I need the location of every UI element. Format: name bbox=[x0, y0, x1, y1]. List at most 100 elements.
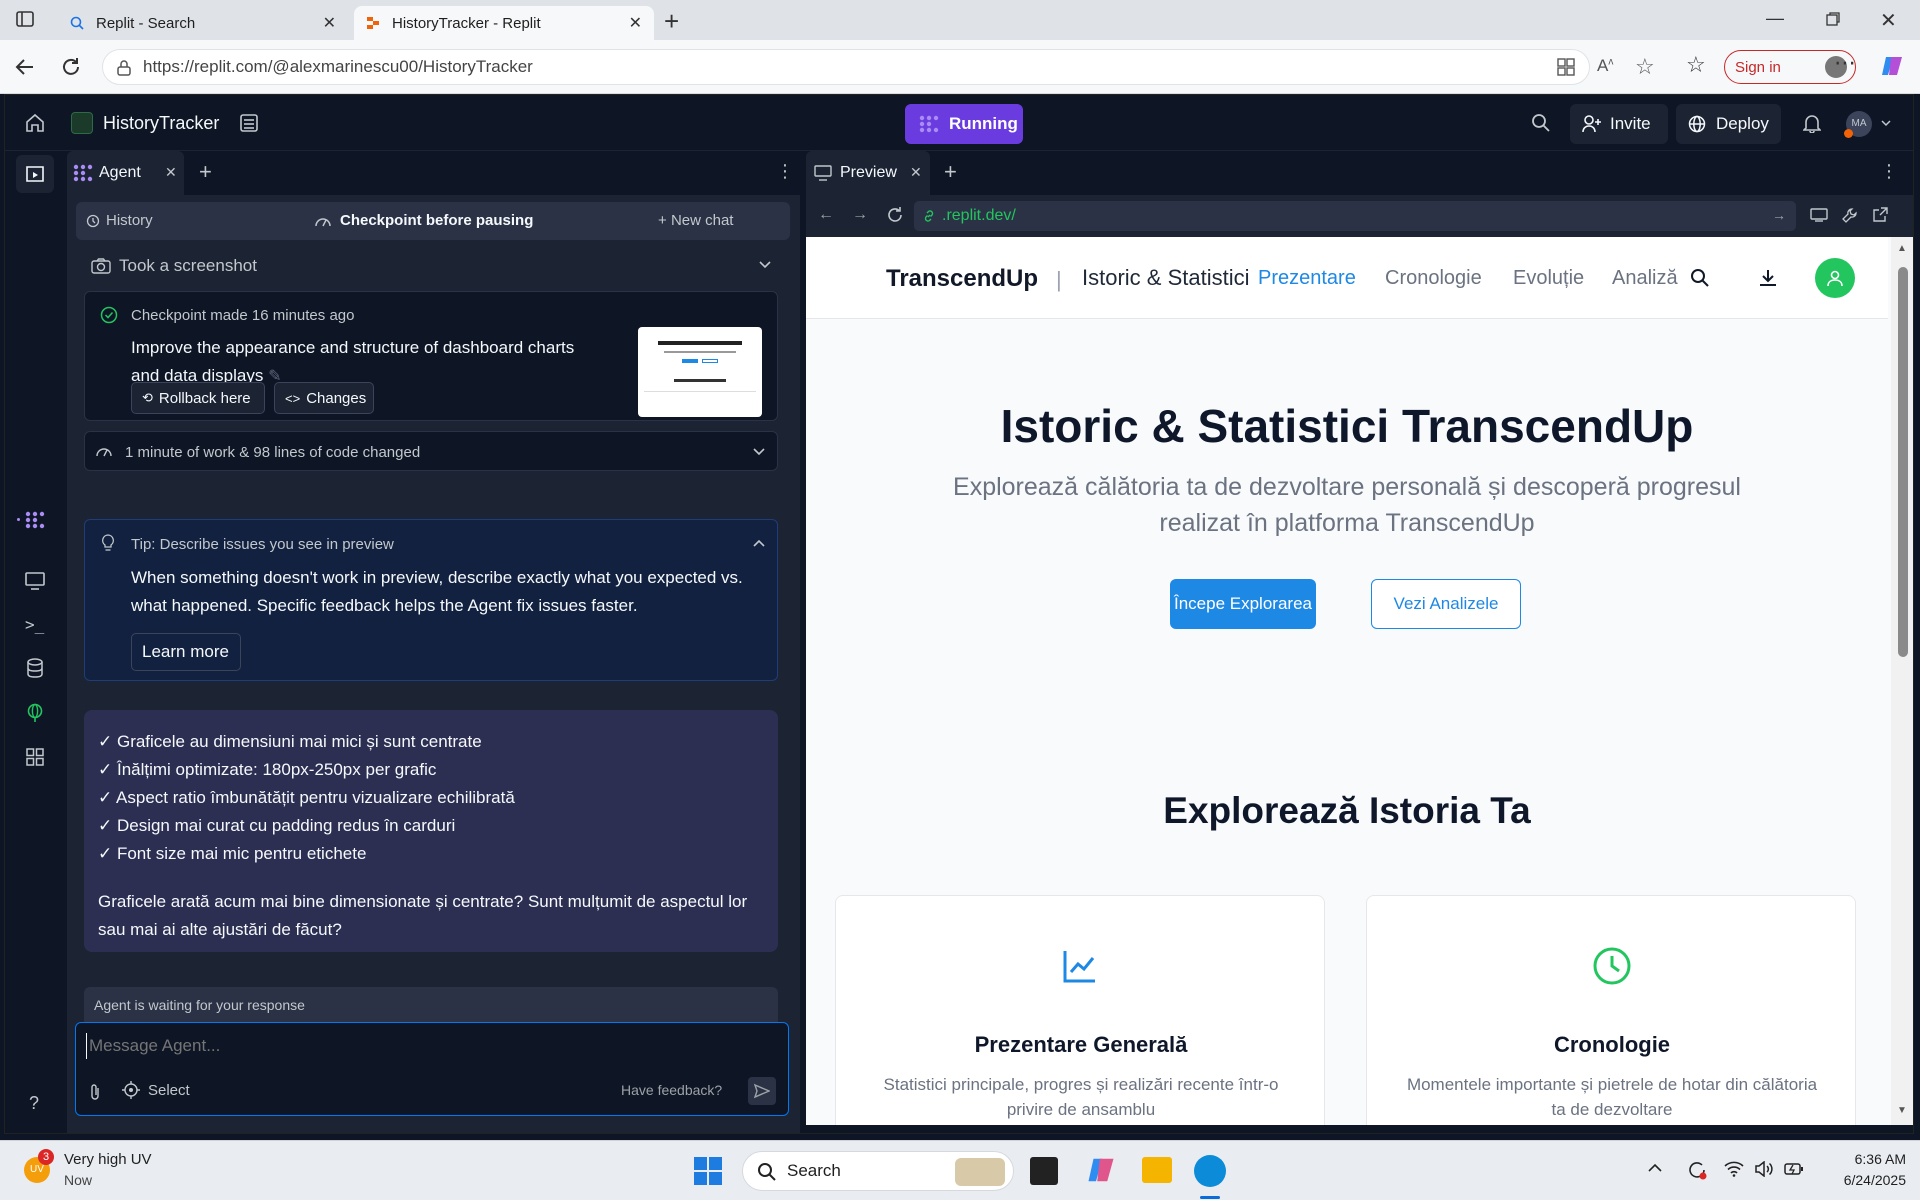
wifi-icon[interactable] bbox=[1724, 1161, 1744, 1177]
feedback-link[interactable]: Have feedback? bbox=[621, 1082, 722, 1098]
forward-icon[interactable]: → bbox=[852, 206, 868, 224]
view-analytics-button[interactable]: Vezi Analizele bbox=[1371, 579, 1521, 629]
close-icon[interactable]: ✕ bbox=[910, 164, 922, 181]
go-arrow-icon[interactable]: → bbox=[1772, 207, 1786, 223]
start-exploring-button[interactable]: Începe Explorarea bbox=[1170, 579, 1316, 629]
close-icon[interactable]: ✕ bbox=[629, 13, 642, 33]
windows-start-icon[interactable] bbox=[693, 1156, 723, 1186]
browser-tab-search[interactable]: Replit - Search ✕ bbox=[58, 6, 348, 40]
back-icon[interactable] bbox=[14, 56, 36, 78]
chevron-up-icon[interactable] bbox=[753, 539, 765, 547]
copilot-icon[interactable] bbox=[1880, 54, 1904, 78]
nav-link-cronologie[interactable]: Cronologie bbox=[1385, 267, 1482, 290]
scroll-thumb[interactable] bbox=[1898, 267, 1908, 657]
search-icon[interactable] bbox=[1690, 268, 1710, 288]
nav-link-prezentare[interactable]: Prezentare bbox=[1258, 267, 1356, 290]
preview-scrollbar[interactable]: ▲ ▼ bbox=[1891, 237, 1913, 1125]
chevron-down-icon[interactable] bbox=[1881, 119, 1891, 127]
device-icon[interactable] bbox=[1810, 208, 1828, 222]
devtools-icon[interactable] bbox=[1842, 207, 1858, 223]
agent-tool-icon[interactable] bbox=[25, 511, 45, 529]
pane-menu-icon[interactable]: ⋮ bbox=[1880, 161, 1898, 182]
favorites-icon[interactable]: ☆ bbox=[1686, 52, 1706, 78]
learn-more-button[interactable]: Learn more bbox=[131, 633, 241, 671]
clock-time[interactable]: 6:36 AM bbox=[1836, 1151, 1906, 1167]
tab-preview[interactable]: Preview ✕ bbox=[806, 151, 930, 195]
invite-button[interactable]: Invite bbox=[1570, 104, 1668, 144]
taskbar-search[interactable]: Search bbox=[742, 1151, 1014, 1191]
tool-rail: >_ ? bbox=[5, 151, 67, 1133]
work-summary-row[interactable]: 1 minute of work & 98 lines of code chan… bbox=[84, 431, 778, 471]
browser-tab-replit[interactable]: HistoryTracker - Replit ✕ bbox=[354, 6, 654, 40]
download-icon[interactable] bbox=[1758, 268, 1778, 288]
reload-icon[interactable] bbox=[886, 206, 904, 224]
feature-card-timeline[interactable]: Cronologie Momentele importante și pietr… bbox=[1366, 895, 1856, 1125]
add-tab-icon[interactable]: + bbox=[199, 159, 212, 185]
edge-browser-icon[interactable] bbox=[1194, 1155, 1226, 1187]
feature-card-overview[interactable]: Prezentare Generală Statistici principal… bbox=[835, 895, 1325, 1125]
user-profile-button[interactable] bbox=[1815, 258, 1855, 298]
add-user-icon bbox=[1582, 115, 1602, 133]
pane-menu-icon[interactable]: ⋮ bbox=[776, 161, 794, 182]
attach-icon[interactable] bbox=[88, 1083, 102, 1101]
tab-agent[interactable]: Agent ✕ bbox=[67, 151, 184, 195]
deployments-tool-icon[interactable] bbox=[25, 703, 45, 723]
favorite-star-icon[interactable]: ☆ bbox=[1635, 54, 1655, 80]
volume-icon[interactable] bbox=[1754, 1161, 1774, 1177]
close-icon[interactable]: ✕ bbox=[323, 13, 336, 33]
deploy-button[interactable]: Deploy bbox=[1676, 104, 1781, 144]
message-input[interactable] bbox=[86, 1033, 776, 1059]
files-tool-button[interactable] bbox=[16, 155, 54, 193]
scroll-down-icon[interactable]: ▼ bbox=[1897, 1105, 1907, 1116]
sidebar-toggle-icon[interactable] bbox=[16, 10, 34, 28]
restore-icon[interactable] bbox=[1826, 12, 1840, 26]
reload-icon[interactable] bbox=[60, 56, 82, 78]
close-icon[interactable]: ✕ bbox=[165, 164, 177, 181]
select-button[interactable]: Select bbox=[122, 1081, 190, 1099]
site-brand[interactable]: TranscendUp bbox=[886, 265, 1038, 293]
checkpoint-desc-text: Improve the appearance and structure of … bbox=[131, 338, 575, 385]
add-tab-icon[interactable]: + bbox=[944, 159, 957, 185]
read-aloud-icon[interactable]: Aʌ bbox=[1597, 56, 1613, 76]
screenshot-label-row[interactable] bbox=[91, 206, 771, 236]
new-tab-icon[interactable]: + bbox=[664, 6, 679, 37]
preview-url-field[interactable]: .replit.dev/ → bbox=[914, 201, 1796, 231]
sync-icon[interactable] bbox=[1686, 1159, 1708, 1181]
scroll-up-icon[interactable]: ▲ bbox=[1897, 243, 1907, 254]
search-icon[interactable] bbox=[1531, 113, 1551, 133]
rollback-button[interactable]: ⟲ Rollback here bbox=[131, 382, 265, 414]
nav-link-analiza[interactable]: Analiză bbox=[1612, 267, 1678, 290]
home-icon[interactable] bbox=[25, 113, 45, 133]
open-new-window-icon[interactable] bbox=[1872, 207, 1888, 223]
task-view-icon[interactable] bbox=[1030, 1157, 1058, 1185]
changes-button[interactable]: <> Changes bbox=[274, 382, 374, 414]
shell-tool-icon[interactable]: >_ bbox=[25, 615, 44, 634]
all-tools-icon[interactable] bbox=[26, 748, 44, 766]
project-info-icon[interactable] bbox=[239, 113, 259, 133]
battery-icon[interactable] bbox=[1784, 1161, 1804, 1177]
chevron-up-icon[interactable] bbox=[1648, 1163, 1662, 1173]
back-icon[interactable]: ← bbox=[818, 206, 834, 224]
message-line: ✓ Aspect ratio îmbunătățit pentru vizual… bbox=[98, 788, 515, 807]
url-field[interactable]: https://replit.com/@alexmarinescu00/Hist… bbox=[102, 49, 1655, 85]
database-tool-icon[interactable] bbox=[26, 658, 44, 678]
copilot-icon[interactable] bbox=[1086, 1155, 1116, 1185]
help-icon[interactable]: ? bbox=[29, 1093, 39, 1114]
preview-tool-icon[interactable] bbox=[25, 572, 45, 590]
running-button[interactable]: Running bbox=[905, 104, 1023, 144]
clock-date[interactable]: 6/24/2025 bbox=[1818, 1172, 1906, 1188]
notification-bell-icon[interactable] bbox=[1803, 113, 1821, 133]
apps-icon[interactable] bbox=[1557, 58, 1575, 76]
screenshot-thumbnail[interactable] bbox=[638, 327, 762, 417]
send-button[interactable] bbox=[748, 1077, 776, 1105]
more-icon[interactable]: ⋯ bbox=[1834, 50, 1856, 76]
project-name[interactable]: HistoryTracker bbox=[103, 113, 219, 134]
close-window-icon[interactable]: ✕ bbox=[1880, 8, 1897, 33]
took-screenshot[interactable]: Took a screenshot bbox=[91, 251, 775, 281]
weather-title[interactable]: Very high UV bbox=[64, 1151, 152, 1168]
section-heading: Explorează Istoria Ta bbox=[1163, 790, 1531, 831]
file-explorer-icon[interactable] bbox=[1142, 1157, 1172, 1183]
minimize-icon[interactable]: — bbox=[1766, 8, 1784, 29]
globe-icon bbox=[1688, 115, 1706, 133]
nav-link-evolutie[interactable]: Evoluție bbox=[1513, 267, 1584, 290]
